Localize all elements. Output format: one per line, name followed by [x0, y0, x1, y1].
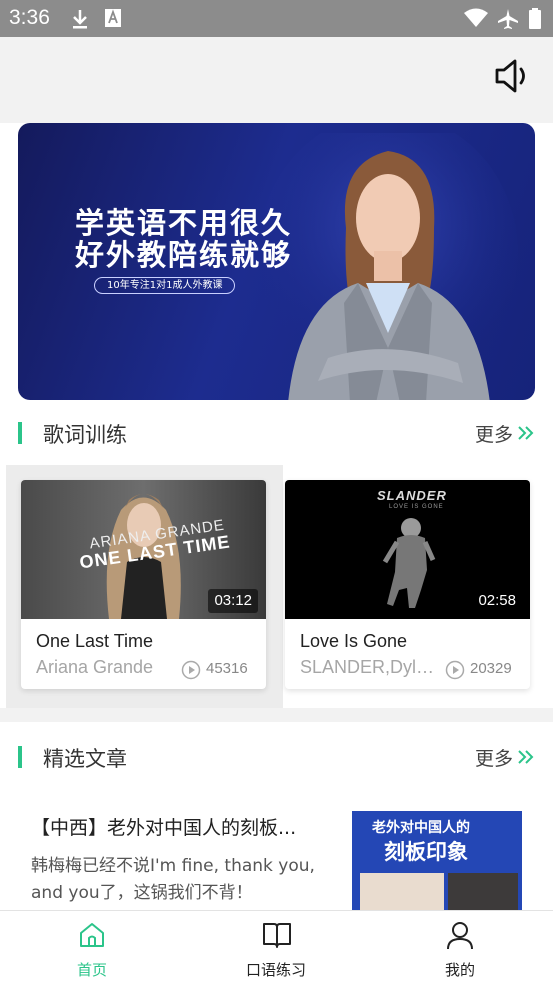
song-title: Love Is Gone — [300, 631, 408, 651]
banner-headline-line2: 好外教陪练就够 — [75, 238, 293, 272]
song-play-count: 45316 — [206, 660, 248, 677]
status-bar: 3:36 — [0, 0, 553, 37]
articles-section-header: 精选文章 更多 — [0, 737, 553, 777]
bottom-tab-bar: 首页 口语练习 我的 — [0, 910, 553, 984]
lyrics-section-header: 歌词训练 更多 — [0, 413, 553, 453]
tab-label: 口语练习 — [245, 961, 306, 979]
play-count-icon — [445, 660, 465, 680]
section-title: 精选文章 — [43, 747, 127, 771]
song-duration: 02:58 — [472, 589, 522, 613]
section-title: 歌词训练 — [43, 423, 127, 447]
banner-headline: 学英语不用很久 好外教陪练就够 — [75, 207, 292, 271]
article-thumb-photo-left — [360, 873, 444, 912]
text-icon — [105, 9, 121, 27]
airplane-icon — [498, 9, 518, 29]
speaker-icon[interactable] — [493, 57, 531, 95]
article-item[interactable]: 【中西】老外对中国人的刻板... 韩梅梅已经不说I'm fine, thank … — [0, 800, 553, 912]
song-artist: Ariana Grande — [36, 657, 154, 677]
tab-label: 首页 — [76, 961, 107, 979]
song-duration: 03:12 — [208, 589, 258, 613]
banner-teacher-illustration — [258, 133, 518, 400]
double-chevron-right-icon[interactable] — [517, 749, 535, 765]
banner-headline-line1: 学英语不用很久 — [75, 206, 293, 240]
article-desc-line1: 韩梅梅已经不说I'm fine, thank you, — [31, 856, 315, 876]
battery-icon — [529, 8, 541, 29]
song-card-wrapper: ARIANA GRANDE ONE LAST TIME 03:12 One La… — [6, 465, 283, 708]
play-count-icon — [181, 660, 201, 680]
song-title: One Last Time — [36, 631, 154, 651]
app-bar — [0, 37, 553, 123]
song-card[interactable]: SLANDER LOVE IS GONE 02:58 Love Is Gone … — [285, 480, 530, 689]
book-icon — [263, 923, 291, 948]
tab-label: 我的 — [444, 961, 475, 979]
song-cover: SLANDER LOVE IS GONE 02:58 — [285, 480, 530, 619]
tab-profile[interactable]: 我的 — [368, 911, 552, 985]
wifi-icon — [464, 8, 488, 27]
lyrics-more-link[interactable]: 更多 — [475, 420, 513, 447]
tab-speaking-practice[interactable]: 口语练习 — [184, 911, 368, 985]
song-cover: ARIANA GRANDE ONE LAST TIME 03:12 — [21, 480, 266, 619]
promo-banner[interactable]: 学英语不用很久 好外教陪练就够 10年专注1对1成人外教课 — [18, 123, 535, 400]
article-description: 韩梅梅已经不说I'm fine, thank you, and you了，这锅我… — [31, 853, 321, 907]
song-play-count: 20329 — [470, 660, 512, 677]
section-divider — [0, 708, 553, 722]
articles-more-link[interactable]: 更多 — [475, 744, 513, 771]
status-time: 3:36 — [9, 6, 50, 29]
section-accent-bar — [18, 746, 22, 768]
tab-home[interactable]: 首页 — [0, 911, 184, 985]
song-card-wrapper: SLANDER LOVE IS GONE 02:58 Love Is Gone … — [270, 465, 553, 708]
person-icon — [447, 922, 473, 950]
download-icon — [73, 10, 87, 29]
section-accent-bar — [18, 422, 22, 444]
article-title: 【中西】老外对中国人的刻板... — [31, 817, 297, 839]
double-chevron-right-icon[interactable] — [517, 425, 535, 441]
home-icon — [80, 923, 104, 947]
article-thumb-text1: 老外对中国人的 — [372, 820, 470, 836]
song-card[interactable]: ARIANA GRANDE ONE LAST TIME 03:12 One La… — [21, 480, 266, 689]
banner-tagline: 10年专注1对1成人外教课 — [94, 277, 236, 294]
article-thumb-photo-right — [448, 873, 518, 912]
article-desc-line2: and you了，这锅我们不背！ — [31, 883, 253, 903]
article-thumbnail: 老外对中国人的 刻板印象 — [352, 811, 522, 912]
article-thumb-text2: 刻板印象 — [384, 840, 468, 864]
song-artist: SLANDER,Dylan... — [300, 657, 444, 677]
